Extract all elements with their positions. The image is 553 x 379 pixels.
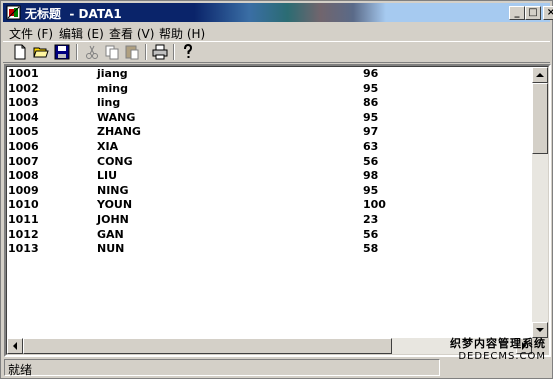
record-score: 56	[363, 227, 379, 241]
table-row: 1009 NING 95	[8, 184, 533, 199]
document-view[interactable]: 1001 jiang 96 1002 ming 95 1003 ling 86 1004 WANG 9…	[4, 64, 551, 357]
table-row: 1007 CONG 56	[8, 155, 533, 170]
app-icon	[6, 5, 21, 20]
record-name: ZHANG	[97, 125, 141, 139]
maximize-button[interactable]: □	[525, 6, 541, 20]
record-name: CONG	[97, 154, 133, 168]
save-icon[interactable]	[53, 43, 71, 61]
record-name: JOHN	[97, 212, 129, 226]
record-score: 95	[363, 81, 379, 95]
record-id: 1012	[8, 227, 39, 241]
record-name: NING	[97, 183, 129, 197]
table-row: 1001 jiang 96	[8, 67, 533, 82]
menu-file[interactable]: 文件 (F)	[9, 25, 53, 42]
record-name: XIA	[97, 139, 119, 153]
close-button[interactable]: ×	[543, 6, 553, 20]
menu-view[interactable]: 查看 (V)	[109, 25, 154, 42]
table-row: 1004 WANG 95	[8, 111, 533, 126]
menu-help[interactable]: 帮助 (H)	[159, 25, 205, 42]
toolbar-separator	[145, 44, 147, 60]
status-text: 就绪	[8, 363, 33, 377]
table-row: 1011 JOHN 23	[8, 213, 533, 228]
table-row: 1012 GAN 56	[8, 228, 533, 243]
record-score: 86	[363, 96, 379, 110]
record-id: 1009	[8, 183, 39, 197]
table-row: 1002 ming 95	[8, 82, 533, 97]
vertical-scroll-thumb[interactable]	[532, 83, 548, 154]
watermark-line1: 织梦内容管理系统	[450, 337, 546, 350]
arrow-down-icon	[536, 328, 544, 332]
toolbar-separator	[173, 44, 175, 60]
record-score: 23	[363, 212, 379, 226]
record-score: 95	[363, 110, 379, 124]
paste-icon[interactable]	[123, 43, 141, 61]
record-id: 1011	[8, 212, 39, 226]
record-name: LIU	[97, 169, 118, 183]
watermark-line2: DEDECMS.COM	[458, 351, 546, 362]
menu-bar: 文件 (F) 编辑 (E) 查看 (V) 帮助 (H)	[3, 23, 550, 41]
table-row: 1013 NUN 58	[8, 242, 533, 257]
record-score: 96	[363, 67, 379, 80]
scroll-down-button[interactable]	[532, 322, 548, 338]
table-row: 1005 ZHANG 97	[8, 125, 533, 140]
vertical-scrollbar[interactable]	[532, 67, 548, 338]
record-score: 63	[363, 139, 379, 153]
record-score: 98	[363, 169, 379, 183]
record-name: WANG	[97, 110, 136, 124]
record-id: 1008	[8, 169, 39, 183]
scroll-left-button[interactable]	[7, 338, 23, 354]
record-id: 1001	[8, 67, 39, 80]
app-window: 无标题 - DATA1 _ □ × 文件 (F) 编辑 (E) 查看 (V) 帮…	[0, 0, 553, 379]
status-pane: 就绪	[4, 359, 440, 377]
record-name: YOUN	[97, 198, 133, 212]
record-score: 100	[363, 198, 386, 212]
menu-edit[interactable]: 编辑 (E)	[59, 25, 104, 42]
print-icon[interactable]	[151, 43, 169, 61]
document-inner: 1001 jiang 96 1002 ming 95 1003 ling 86 1004 WANG 9…	[6, 66, 549, 355]
watermark: 织梦内容管理系统 DEDECMS.COM	[450, 337, 546, 363]
record-id: 1003	[8, 96, 39, 110]
arrow-up-icon	[536, 73, 544, 77]
title-bar[interactable]: 无标题 - DATA1 _ □ ×	[3, 3, 553, 22]
toolbar	[3, 41, 550, 63]
horizontal-scroll-thumb[interactable]	[23, 338, 392, 354]
table-row: 1003 ling 86	[8, 96, 533, 111]
table-row: 1010 YOUN 100	[8, 198, 533, 213]
scroll-up-button[interactable]	[532, 67, 548, 83]
help-icon[interactable]	[179, 43, 197, 61]
record-score: 56	[363, 154, 379, 168]
record-name: ming	[97, 81, 128, 95]
cut-icon[interactable]	[83, 43, 101, 61]
table-row: 1006 XIA 63	[8, 140, 533, 155]
record-name: GAN	[97, 227, 124, 241]
table-row: 1008 LIU 98	[8, 169, 533, 184]
new-file-icon[interactable]	[11, 43, 29, 61]
record-id: 1002	[8, 81, 39, 95]
record-name: jiang	[97, 67, 128, 80]
open-folder-icon[interactable]	[32, 43, 50, 61]
arrow-left-icon	[13, 342, 17, 350]
record-id: 1005	[8, 125, 39, 139]
record-id: 1010	[8, 198, 39, 212]
record-list: 1001 jiang 96 1002 ming 95 1003 ling 86 1004 WANG 9…	[8, 67, 533, 257]
record-id: 1006	[8, 139, 39, 153]
minimize-button[interactable]: _	[509, 6, 525, 20]
record-name: ling	[97, 96, 121, 110]
toolbar-separator	[76, 44, 78, 60]
record-id: 1004	[8, 110, 39, 124]
record-score: 97	[363, 125, 379, 139]
record-id: 1007	[8, 154, 39, 168]
copy-icon[interactable]	[103, 43, 121, 61]
record-name: NUN	[97, 242, 125, 256]
record-score: 95	[363, 183, 379, 197]
record-score: 58	[363, 242, 379, 256]
window-title: 无标题 - DATA1	[25, 7, 122, 21]
record-id: 1013	[8, 242, 39, 256]
